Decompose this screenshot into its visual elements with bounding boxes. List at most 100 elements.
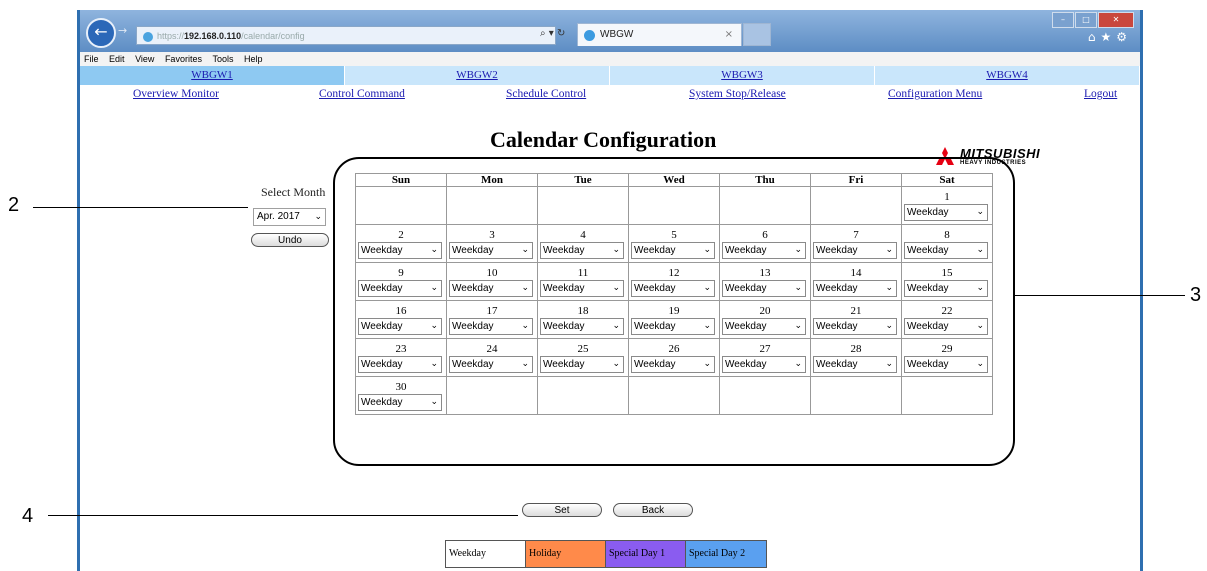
calendar-day-cell: 8 Weekday ⌄: [901, 224, 993, 263]
day-type-select[interactable]: Weekday ⌄: [813, 242, 897, 259]
calendar-day-cell: [628, 376, 720, 415]
day-type-select[interactable]: Weekday ⌄: [358, 394, 442, 411]
day-type-select[interactable]: Weekday ⌄: [449, 280, 533, 297]
day-type-value: Weekday: [361, 283, 403, 294]
callout-line-3: [1015, 295, 1185, 296]
chevron-down-icon: ⌄: [314, 212, 322, 222]
nav-system-stop-release[interactable]: System Stop/Release: [689, 88, 786, 100]
minimize-button[interactable]: –: [1052, 12, 1074, 28]
calendar-day-cell: 22 Weekday ⌄: [901, 300, 993, 339]
calendar-day-cell: [355, 186, 447, 225]
menu-tools[interactable]: Tools: [212, 54, 233, 64]
day-type-value: Weekday: [725, 321, 767, 332]
tab-close-icon[interactable]: ×: [725, 24, 733, 46]
day-type-value: Weekday: [361, 321, 403, 332]
day-type-select[interactable]: Weekday ⌄: [904, 280, 988, 297]
day-type-select[interactable]: Weekday ⌄: [449, 356, 533, 373]
calendar-day-cell: 3 Weekday ⌄: [446, 224, 538, 263]
day-type-select[interactable]: Weekday ⌄: [358, 318, 442, 335]
day-type-value: Weekday: [816, 359, 858, 370]
day-type-select[interactable]: Weekday ⌄: [540, 318, 624, 335]
day-number: 3: [489, 229, 495, 241]
chevron-down-icon: ⌄: [521, 359, 529, 369]
home-star-gear-icon[interactable]: ⌂★⚙: [1088, 30, 1132, 44]
day-type-select[interactable]: Weekday ⌄: [722, 242, 806, 259]
tab-wbgw2[interactable]: WBGW2: [345, 66, 609, 85]
day-type-select[interactable]: Weekday ⌄: [722, 356, 806, 373]
search-refresh-icon[interactable]: ⌕ ▾ ↻: [540, 28, 565, 39]
month-select[interactable]: Apr. 2017 ⌄: [253, 208, 326, 226]
calendar-day-cell: [901, 376, 993, 415]
address-bar[interactable]: https://192.168.0.110/calendar/config: [136, 26, 556, 45]
header-wed: Wed: [628, 173, 720, 187]
day-number: 17: [486, 305, 498, 317]
browser-tab[interactable]: WBGW ×: [577, 23, 742, 46]
calendar-day-cell: 30 Weekday ⌄: [355, 376, 447, 415]
day-type-select[interactable]: Weekday ⌄: [540, 356, 624, 373]
day-type-select[interactable]: Weekday ⌄: [631, 280, 715, 297]
calendar-day-cell: [810, 186, 902, 225]
tab-wbgw4[interactable]: WBGW4: [875, 66, 1139, 85]
menu-view[interactable]: View: [135, 54, 154, 64]
back-arrow-icon[interactable]: ←: [86, 18, 116, 48]
nav-logout[interactable]: Logout: [1084, 88, 1117, 100]
mitsubishi-diamonds-icon: [936, 147, 954, 165]
day-type-select[interactable]: Weekday ⌄: [904, 242, 988, 259]
day-type-select[interactable]: Weekday ⌄: [904, 356, 988, 373]
back-button[interactable]: Back: [613, 503, 693, 517]
day-type-select[interactable]: Weekday ⌄: [449, 318, 533, 335]
calendar-day-cell: [446, 186, 538, 225]
day-type-select[interactable]: Weekday ⌄: [631, 356, 715, 373]
day-type-select[interactable]: Weekday ⌄: [358, 280, 442, 297]
day-type-select[interactable]: Weekday ⌄: [904, 318, 988, 335]
day-type-select[interactable]: Weekday ⌄: [449, 242, 533, 259]
day-type-select[interactable]: Weekday ⌄: [813, 280, 897, 297]
tab-wbgw1[interactable]: WBGW1: [80, 66, 344, 85]
chevron-down-icon: ⌄: [430, 397, 438, 407]
set-button[interactable]: Set: [522, 503, 602, 517]
day-type-select[interactable]: Weekday ⌄: [631, 318, 715, 335]
chevron-down-icon: ⌄: [521, 245, 529, 255]
day-type-select[interactable]: Weekday ⌄: [358, 356, 442, 373]
chevron-down-icon: ⌄: [885, 359, 893, 369]
nav-overview-monitor[interactable]: Overview Monitor: [133, 88, 219, 100]
day-type-select[interactable]: Weekday ⌄: [813, 356, 897, 373]
day-type-value: Weekday: [907, 207, 949, 218]
chevron-down-icon: ⌄: [430, 359, 438, 369]
chevron-down-icon: ⌄: [976, 245, 984, 255]
nav-configuration-menu[interactable]: Configuration Menu: [888, 88, 982, 100]
day-type-value: Weekday: [816, 245, 858, 256]
day-type-select[interactable]: Weekday ⌄: [540, 280, 624, 297]
address-path: /calendar/config: [241, 31, 305, 41]
window-controls: – □ ✕: [1051, 12, 1134, 30]
day-type-select[interactable]: Weekday ⌄: [631, 242, 715, 259]
day-type-select[interactable]: Weekday ⌄: [722, 318, 806, 335]
day-type-value: Weekday: [543, 359, 585, 370]
menu-favorites[interactable]: Favorites: [165, 54, 202, 64]
nav-schedule-control[interactable]: Schedule Control: [506, 88, 586, 100]
menu-file[interactable]: File: [84, 54, 99, 64]
tab-wbgw3[interactable]: WBGW3: [610, 66, 874, 85]
day-number: 8: [944, 229, 950, 241]
calendar-day-cell: 9 Weekday ⌄: [355, 262, 447, 301]
new-tab-button[interactable]: [743, 23, 771, 46]
day-type-value: Weekday: [907, 359, 949, 370]
callout-line-2: [33, 207, 248, 208]
day-type-select[interactable]: Weekday ⌄: [540, 242, 624, 259]
menu-edit[interactable]: Edit: [109, 54, 125, 64]
day-type-value: Weekday: [452, 359, 494, 370]
header-sat: Sat: [901, 173, 993, 187]
calendar-body: 1 Weekday ⌄ 2 Weekday ⌄ 3 Weekday ⌄ 4 Weekday ⌄ 5 Wee…: [355, 186, 993, 415]
maximize-button[interactable]: □: [1075, 12, 1097, 28]
undo-button[interactable]: Undo: [251, 233, 329, 247]
day-type-select[interactable]: Weekday ⌄: [904, 204, 988, 221]
close-window-button[interactable]: ✕: [1098, 12, 1134, 28]
forward-arrow-icon[interactable]: →: [118, 24, 127, 37]
day-type-select[interactable]: Weekday ⌄: [722, 280, 806, 297]
day-type-select[interactable]: Weekday ⌄: [813, 318, 897, 335]
menu-help[interactable]: Help: [244, 54, 263, 64]
chevron-down-icon: ⌄: [703, 245, 711, 255]
day-type-select[interactable]: Weekday ⌄: [358, 242, 442, 259]
nav-control-command[interactable]: Control Command: [319, 88, 405, 100]
callout-number-2: 2: [8, 194, 20, 216]
